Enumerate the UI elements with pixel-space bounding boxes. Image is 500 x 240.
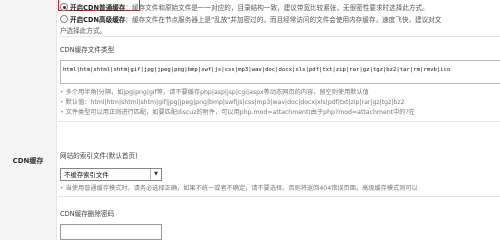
radio-normal-cache[interactable] [60,3,68,11]
option-normal-title: 开启CDN普通缓存 [70,4,126,12]
file-types-value: html|htm|shtml|shtm|gif|jpg|jpeg|png|bmp… [63,67,451,73]
file-types-notes: • 多个用半角|分隔，如jpg|png|gif等，请不要缓存php|asp|jsp… [60,88,500,118]
chevron-down-icon[interactable]: ▼ [150,169,161,180]
index-file-note: • 当使用普通缓存模式时，请务必选择正确，如果不统一或者不确定，请不要选择，否则将… [60,185,418,192]
divider [58,121,500,122]
index-file-selected-value: 不缓存索引文件 [64,171,109,179]
option-advanced-cache[interactable]: 开启CDN高级缓存：缓存文件在节点服务器上是"乱放"并加密过的，而且经常访问的文… [60,14,441,24]
index-file-label: 网站的索引文件(默认首页) [60,152,138,160]
section-label: CDN缓存 [12,157,44,165]
option-normal-desc: ：缓存文件和原始文件是一一对应的，目录结构一致，建议带宽比较紧张，无很密性要求时… [125,4,429,12]
index-file-select[interactable]: 不缓存索引文件 ▼ [60,168,162,181]
option-advanced-desc-continued: 户选择此方式。 [60,27,107,35]
option-normal-cache[interactable]: 开启CDN普通缓存：缓存文件和原始文件是一一对应的，目录结构一致，建议带宽比较紧… [60,2,429,12]
delete-password-label: CDN缓存删除密码 [60,210,115,218]
option-advanced-title: 开启CDN高级缓存 [70,16,126,24]
option-advanced-desc: ：缓存文件在节点服务器上是"乱放"并加密过的，而且经常访问的文件会使用内存缓存，… [125,16,442,24]
note-item: • 文件类型可以用正则进行匹配，如要匹配discuz的附件，可以用php.mod=… [60,109,415,116]
note-item: • 多个用半角|分隔，如jpg|png|gif等，请不要缓存php|asp|jsp… [60,89,369,96]
radio-advanced-cache[interactable] [60,15,68,23]
delete-password-input[interactable] [60,224,162,240]
note-item: • 默认值：html|htm|shtml|shtm|gif|jpg|jpeg|pn… [60,99,405,106]
divider [58,196,500,197]
file-types-textarea[interactable]: html|htm|shtml|shtm|gif|jpg|jpeg|png|bmp… [60,60,500,84]
file-types-label: CDN缓存文件类型 [60,46,115,54]
left-label-column: CDN缓存 [0,0,57,240]
divider [58,36,500,37]
